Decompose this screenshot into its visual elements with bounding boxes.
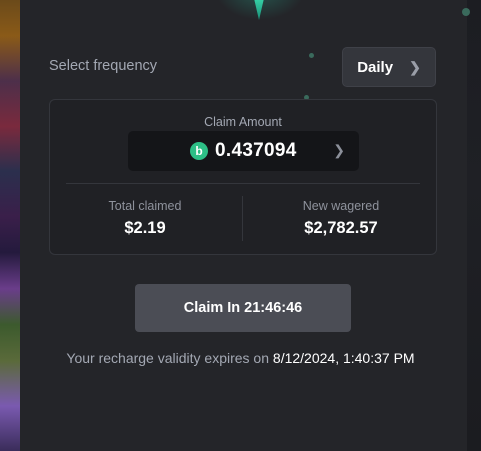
claim-amount-title: Claim Amount xyxy=(204,115,282,129)
claim-card: Claim Amount b 0.437094 ❯ Total claimed … xyxy=(49,99,437,255)
page: Select frequency Daily ❯ Claim Amount b … xyxy=(0,0,481,451)
decorative-dot xyxy=(309,53,314,58)
divider xyxy=(66,183,420,184)
frequency-selected-value: Daily xyxy=(357,58,394,76)
background-edge xyxy=(467,0,481,451)
chevron-right-icon: ❯ xyxy=(333,142,345,158)
claim-amount-value: 0.437094 xyxy=(215,140,297,161)
bc-coin-icon: b xyxy=(190,142,208,160)
decorative-dot xyxy=(462,8,470,16)
new-wagered-stat: New wagered $2,782.57 xyxy=(246,199,436,238)
frequency-label: Select frequency xyxy=(49,58,158,74)
total-claimed-label: Total claimed xyxy=(108,199,182,213)
chevron-right-icon: ❯ xyxy=(409,58,421,75)
claim-amount-selector[interactable]: b 0.437094 ❯ xyxy=(128,131,359,171)
new-wagered-value: $2,782.57 xyxy=(304,219,378,237)
frequency-select-button[interactable]: Daily ❯ xyxy=(342,47,436,87)
total-claimed-value: $2.19 xyxy=(124,219,166,237)
claim-button[interactable]: Claim In 21:46:46 xyxy=(135,284,351,332)
divider xyxy=(242,196,243,241)
expiry-notice: Your recharge validity expires on 8/12/2… xyxy=(0,350,481,366)
background-game-art xyxy=(0,0,20,451)
total-claimed-stat: Total claimed $2.19 xyxy=(50,199,240,238)
coin-glyph: b xyxy=(195,144,203,158)
expiry-prefix: Your recharge validity expires on xyxy=(66,350,273,366)
new-wagered-label: New wagered xyxy=(302,199,380,213)
expiry-date: 8/12/2024, 1:40:37 PM xyxy=(272,350,415,366)
